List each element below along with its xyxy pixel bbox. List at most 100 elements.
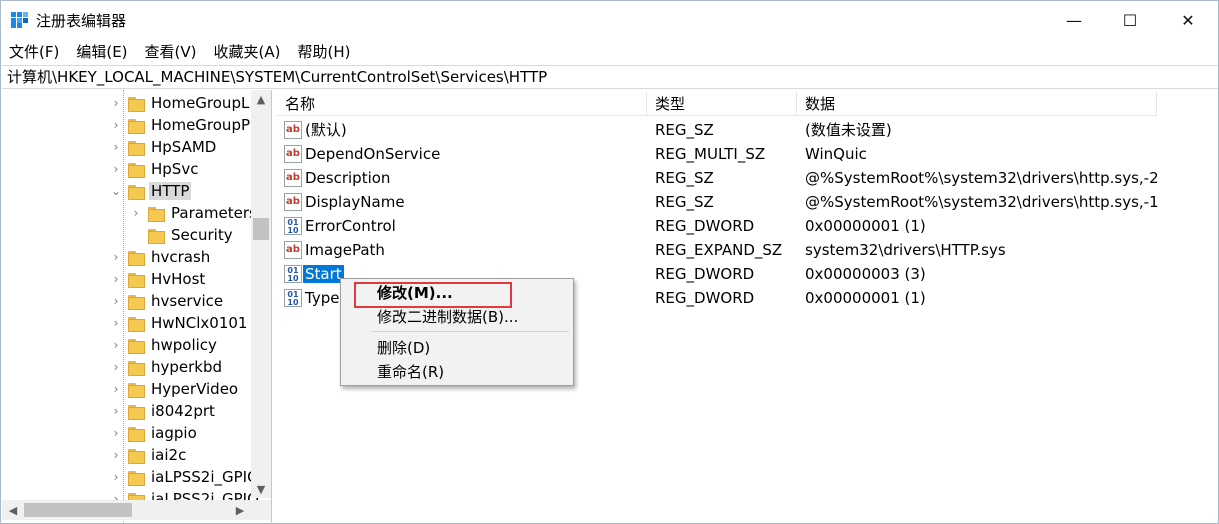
value-row[interactable]: ab DependOnService REG_MULTI_SZ WinQuic bbox=[277, 142, 1177, 166]
folder-icon bbox=[128, 448, 145, 464]
scroll-down-icon[interactable]: ▼ bbox=[251, 480, 271, 498]
tree-item-label: Security bbox=[171, 226, 233, 244]
chevron-right-icon[interactable]: › bbox=[110, 119, 122, 131]
tree-item-label: hyperkbd bbox=[151, 358, 223, 376]
tree-item-label: Parameters bbox=[171, 204, 257, 222]
value-row[interactable]: ab ImagePath REG_EXPAND_SZ system32\driv… bbox=[277, 238, 1177, 262]
minimize-button[interactable]: — bbox=[1051, 1, 1097, 39]
folder-open-icon bbox=[128, 184, 145, 200]
menu-item-modify-binary[interactable]: 修改二进制数据(B)... bbox=[342, 305, 572, 329]
tree-item[interactable]: › iagpio bbox=[110, 422, 197, 444]
folder-icon bbox=[128, 382, 145, 398]
chevron-right-icon[interactable]: › bbox=[110, 273, 122, 285]
column-header-name[interactable]: 名称 bbox=[277, 92, 647, 116]
chevron-right-icon[interactable]: › bbox=[110, 405, 122, 417]
scroll-right-icon[interactable]: ▶ bbox=[231, 500, 249, 520]
column-header-type[interactable]: 类型 bbox=[647, 92, 797, 116]
address-bar[interactable]: 计算机\HKEY_LOCAL_MACHINE\SYSTEM\CurrentCon… bbox=[2, 65, 1218, 89]
tree-item-label: HTTP bbox=[149, 182, 192, 200]
column-header-data[interactable]: 数据 bbox=[797, 92, 1157, 116]
maximize-button[interactable]: ☐ bbox=[1107, 1, 1153, 39]
menu-favorites[interactable]: 收藏夹(A) bbox=[206, 39, 290, 63]
string-value-icon: ab bbox=[284, 145, 302, 163]
menu-item-delete[interactable]: 删除(D) bbox=[342, 336, 572, 360]
tree-item[interactable]: › i8042prt bbox=[110, 400, 215, 422]
tree-item[interactable]: › HvHost bbox=[110, 268, 206, 290]
chevron-right-icon[interactable]: › bbox=[110, 251, 122, 263]
scroll-up-icon[interactable]: ▲ bbox=[251, 90, 271, 108]
tree-item[interactable]: › hyperkbd bbox=[110, 356, 222, 378]
chevron-right-icon[interactable]: › bbox=[110, 383, 122, 395]
chevron-right-icon[interactable]: › bbox=[110, 449, 122, 461]
value-data: 0x00000003 (3) bbox=[805, 265, 926, 283]
tree-item[interactable]: › hwpolicy bbox=[110, 334, 217, 356]
tree-item-security[interactable]: Security bbox=[130, 224, 233, 246]
scroll-left-icon[interactable]: ◀ bbox=[4, 500, 22, 520]
value-data: 0x00000001 (1) bbox=[805, 289, 926, 307]
close-button[interactable]: ✕ bbox=[1165, 1, 1211, 39]
scroll-thumb[interactable] bbox=[253, 218, 269, 240]
tree-item[interactable]: › HomeGroupL bbox=[110, 92, 250, 114]
string-value-icon: ab bbox=[284, 121, 302, 139]
menu-help[interactable]: 帮助(H) bbox=[289, 39, 359, 63]
value-name: Description bbox=[305, 169, 391, 187]
menu-item-modify[interactable]: 修改(M)... bbox=[342, 281, 572, 305]
value-data: WinQuic bbox=[805, 145, 867, 163]
chevron-right-icon[interactable]: › bbox=[110, 97, 122, 109]
value-row[interactable]: ab DisplayName REG_SZ @%SystemRoot%\syst… bbox=[277, 190, 1177, 214]
value-name: Type bbox=[305, 289, 340, 307]
chevron-right-icon[interactable]: › bbox=[110, 471, 122, 483]
string-value-icon: ab bbox=[284, 193, 302, 211]
tree-item[interactable]: › hvcrash bbox=[110, 246, 211, 268]
string-value-icon: ab bbox=[284, 169, 302, 187]
tree-item[interactable]: › HomeGroupP bbox=[110, 114, 250, 136]
value-data: (数值未设置) bbox=[805, 121, 892, 139]
chevron-right-icon[interactable]: › bbox=[110, 141, 122, 153]
tree-item[interactable]: › HpSvc bbox=[110, 158, 199, 180]
chevron-right-icon[interactable]: › bbox=[110, 163, 122, 175]
tree-item-label: hvservice bbox=[151, 292, 224, 310]
tree-item-http[interactable]: ⌄ HTTP bbox=[110, 180, 192, 202]
value-name: Start bbox=[303, 262, 344, 286]
value-data: @%SystemRoot%\system32\drivers\http.sys,… bbox=[805, 169, 1159, 187]
chevron-right-icon[interactable]: › bbox=[110, 361, 122, 373]
tree-item[interactable]: › HyperVideo bbox=[110, 378, 239, 400]
tree-item-parameters[interactable]: › Parameters bbox=[130, 202, 257, 224]
value-row[interactable]: ab (默认) REG_SZ (数值未设置) bbox=[277, 118, 1177, 142]
menu-file[interactable]: 文件(F) bbox=[1, 39, 68, 63]
tree-horizontal-scrollbar[interactable]: ◀ ▶ bbox=[2, 500, 251, 520]
chevron-right-icon[interactable]: › bbox=[130, 207, 142, 219]
tree-item[interactable]: › iaLPSS2i_GPIO bbox=[110, 466, 259, 488]
tree-item[interactable]: › HpSAMD bbox=[110, 136, 217, 158]
chevron-right-icon[interactable]: › bbox=[110, 295, 122, 307]
tree-item[interactable]: › HwNClx0101 bbox=[110, 312, 248, 334]
menu-edit[interactable]: 编辑(E) bbox=[68, 39, 136, 63]
value-type: REG_DWORD bbox=[655, 289, 755, 307]
menu-item-rename[interactable]: 重命名(R) bbox=[342, 360, 572, 384]
value-data: @%SystemRoot%\system32\drivers\http.sys,… bbox=[805, 193, 1159, 211]
value-row[interactable]: ab Description REG_SZ @%SystemRoot%\syst… bbox=[277, 166, 1177, 190]
menu-view[interactable]: 查看(V) bbox=[137, 39, 206, 63]
scroll-thumb[interactable] bbox=[24, 503, 132, 517]
value-name: DependOnService bbox=[305, 145, 441, 163]
window-title: 注册表编辑器 bbox=[36, 12, 127, 30]
chevron-down-icon[interactable]: ⌄ bbox=[110, 185, 122, 197]
binary-value-icon: 01 10 bbox=[284, 289, 302, 307]
chevron-right-icon[interactable]: › bbox=[110, 427, 122, 439]
chevron-right-icon[interactable]: › bbox=[110, 339, 122, 351]
folder-icon bbox=[148, 228, 165, 244]
value-type: REG_SZ bbox=[655, 193, 714, 211]
tree-item-label: i8042prt bbox=[151, 402, 215, 420]
tree-item[interactable]: › hvservice bbox=[110, 290, 224, 312]
binary-value-icon: 01 10 bbox=[284, 217, 302, 235]
tree-item-label: HomeGroupL bbox=[151, 94, 250, 112]
folder-icon bbox=[128, 338, 145, 354]
tree-item-label: HyperVideo bbox=[151, 380, 239, 398]
registry-editor-icon bbox=[11, 12, 28, 28]
value-row[interactable]: 01 10 ErrorControl REG_DWORD 0x00000001 (… bbox=[277, 214, 1177, 238]
tree-vertical-scrollbar[interactable]: ▲ ▼ bbox=[251, 90, 271, 498]
context-menu: 修改(M)... 修改二进制数据(B)... 删除(D) 重命名(R) bbox=[340, 278, 574, 386]
tree-item[interactable]: › iai2c bbox=[110, 444, 187, 466]
folder-icon bbox=[128, 404, 145, 420]
chevron-right-icon[interactable]: › bbox=[110, 317, 122, 329]
